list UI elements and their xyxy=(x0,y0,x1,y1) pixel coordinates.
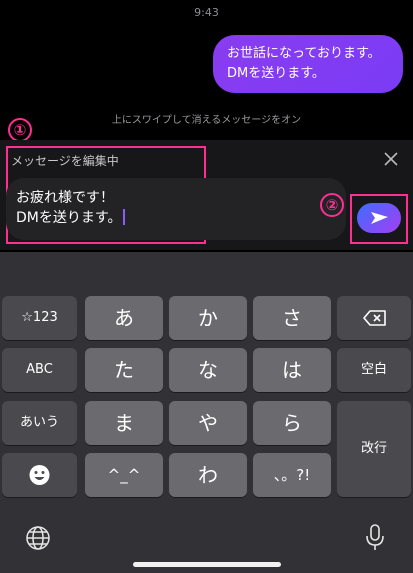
backspace-icon xyxy=(363,310,386,326)
close-icon[interactable] xyxy=(382,150,400,168)
sent-message-bubble[interactable]: お世話になっております。 DMを送ります。 xyxy=(213,35,403,93)
key-label: ABC xyxy=(26,362,53,377)
key-ma[interactable]: ま xyxy=(85,401,163,445)
key-label: さ xyxy=(282,306,302,330)
microphone-icon[interactable] xyxy=(363,522,387,554)
key-label: な xyxy=(198,358,218,382)
key-wa[interactable]: わ xyxy=(169,453,247,497)
key-label: 空白 xyxy=(360,362,387,377)
edit-panel-title: メッセージを編集中 xyxy=(11,154,119,168)
home-indicator[interactable] xyxy=(133,562,281,567)
status-time: 9:43 xyxy=(194,6,219,19)
key-a[interactable]: あ xyxy=(85,296,163,340)
key-sa[interactable]: さ xyxy=(253,296,331,340)
annotation-marker-2: ② xyxy=(320,193,344,217)
key-label: や xyxy=(198,411,218,435)
message-input-text: お疲れ様です！ DMを送ります。 xyxy=(16,188,126,228)
emoji-icon xyxy=(29,465,50,485)
key-ta[interactable]: た xyxy=(85,348,163,392)
ephemeral-mode-hint: 上にスワイプして消えるメッセージをオン xyxy=(111,115,302,126)
key-label: た xyxy=(114,358,134,382)
key-emoticon[interactable]: ^_^ xyxy=(85,453,163,497)
space-key[interactable]: 空白 xyxy=(337,348,411,392)
backspace-key[interactable] xyxy=(337,296,411,340)
key-label: ら xyxy=(282,411,302,435)
key-ya[interactable]: や xyxy=(169,401,247,445)
key-ra[interactable]: ら xyxy=(253,401,331,445)
emoji-key[interactable] xyxy=(2,453,77,497)
key-label: ま xyxy=(114,411,134,435)
key-punctuation[interactable]: 、。?! xyxy=(253,453,331,497)
return-key[interactable]: 改行 xyxy=(337,401,411,497)
key-label: わ xyxy=(198,463,218,487)
key-ha[interactable]: は xyxy=(253,348,331,392)
key-abc[interactable]: ABC xyxy=(2,348,77,392)
key-label: か xyxy=(198,306,218,330)
key-na[interactable]: な xyxy=(169,348,247,392)
japanese-keyboard: ☆123 あ か さ ABC た な は 空白 あいう ま や ら 改行 ^_^… xyxy=(0,252,413,573)
key-numbers[interactable]: ☆123 xyxy=(2,296,77,340)
key-label: あいう xyxy=(19,415,59,430)
key-kana-mode[interactable]: あいう xyxy=(2,401,77,445)
key-label: ^_^ xyxy=(107,466,141,484)
key-label: あ xyxy=(114,306,134,330)
annotation-marker-1: ① xyxy=(8,118,32,142)
text-caret xyxy=(123,209,126,225)
key-label: ☆123 xyxy=(21,310,58,325)
globe-icon[interactable] xyxy=(24,524,52,552)
key-label: は xyxy=(282,358,302,382)
key-label: 改行 xyxy=(360,441,387,456)
key-ka[interactable]: か xyxy=(169,296,247,340)
key-label: 、。?! xyxy=(273,466,311,484)
paper-plane-icon xyxy=(371,212,388,224)
sent-message-text: お世話になっております。 DMを送ります。 xyxy=(227,46,381,81)
send-button[interactable] xyxy=(357,203,401,233)
message-input-value: お疲れ様です！ DMを送ります。 xyxy=(16,190,122,226)
